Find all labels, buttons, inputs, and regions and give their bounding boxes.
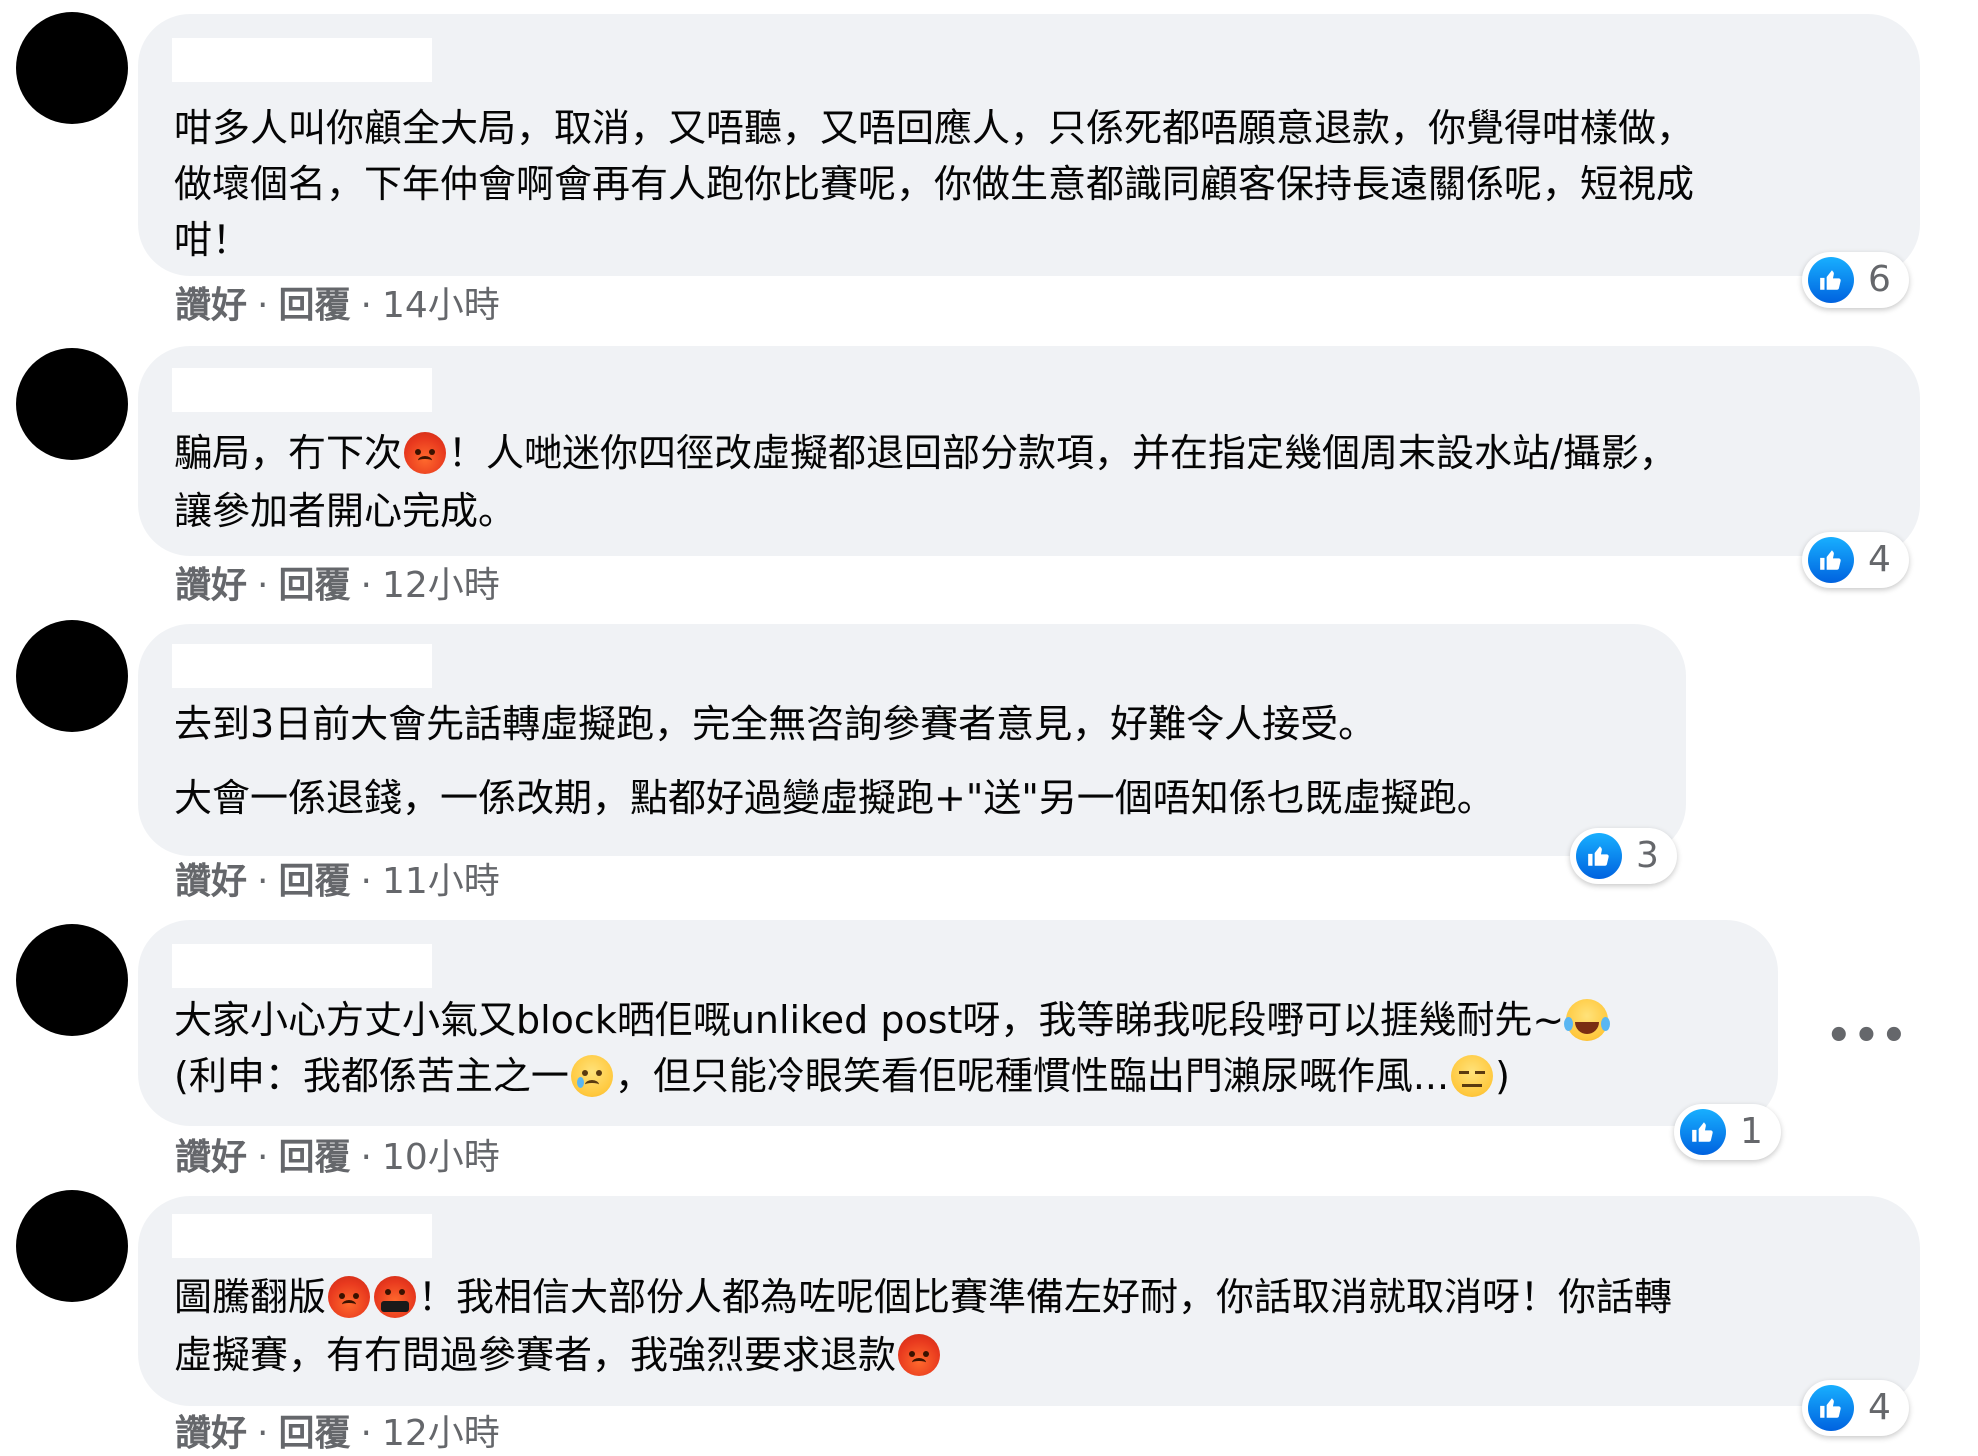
separator-dot: · (257, 1413, 269, 1454)
separator-dot: · (360, 565, 372, 606)
avatar[interactable] (16, 348, 128, 460)
comment-text-segment: 咁！ (174, 218, 251, 262)
comment-line: 做壞個名，下年仲會啊會再有人跑你比賽呢，你做生意都識同顧客保持長遠關係呢，短視成 (174, 156, 1880, 212)
author-name-redacted[interactable] (172, 368, 432, 412)
reaction-count: 6 (1868, 259, 1891, 300)
thumbs-up-icon (1680, 1109, 1726, 1155)
comment-text-segment: (利申：我都係苦主之一 (174, 1054, 569, 1098)
timestamp[interactable]: 10小時 (382, 1137, 500, 1178)
separator-dot: · (360, 861, 372, 902)
avatar[interactable] (16, 924, 128, 1036)
reply-link[interactable]: 回覆 (278, 861, 350, 902)
comment-text: 騙局，冇下次 ！人哋迷你四徑改虛擬都退回部分款項，并在指定幾個周末設水站/攝影， 讓… (174, 424, 1880, 540)
comment-text-segment: ，但只能冷眼笑看佢呢種慣性臨出門瀨尿嘅作風... (614, 1054, 1450, 1098)
angry-face-emoji-icon (898, 1334, 941, 1376)
reaction-count: 3 (1636, 835, 1659, 876)
timestamp[interactable]: 14小時 (382, 285, 500, 326)
reply-link[interactable]: 回覆 (278, 1413, 350, 1454)
reaction-summary[interactable]: 1 (1674, 1104, 1781, 1160)
thumbs-up-icon (1808, 1385, 1854, 1431)
comment-text-segment: ！人哋迷你四徑改虛擬都退回部分款項，并在指定幾個周末設水站/攝影， (448, 431, 1677, 475)
timestamp[interactable]: 12小時 (382, 1413, 500, 1454)
comment-text-segment: 做壞個名，下年仲會啊會再有人跑你比賽呢，你做生意都識同顧客保持長遠關係呢，短視成 (174, 162, 1695, 206)
reaction-summary[interactable]: 4 (1802, 532, 1909, 588)
reaction-count: 1 (1740, 1111, 1763, 1152)
like-link[interactable]: 讚好 (175, 285, 247, 326)
comment-line: 咁！ (174, 212, 1880, 268)
comment-line: 大家小心方丈小氣又block晒佢嘅unliked post呀，我等睇我呢段嘢可以… (174, 992, 1738, 1048)
comment-text-segment: 讓參加者開心完成。 (174, 489, 517, 533)
avatar[interactable] (16, 620, 128, 732)
author-name-redacted[interactable] (172, 1214, 432, 1258)
author-name-redacted[interactable] (172, 644, 432, 688)
reply-link[interactable]: 回覆 (278, 565, 350, 606)
comment-paragraph: 去到3日前大會先話轉虛擬跑，完全無咨詢參賽者意見，好難令人接受。 (174, 702, 1377, 746)
timestamp[interactable]: 12小時 (382, 565, 500, 606)
comment-line: 圖騰翻版 ！我相信大部份人都為咗呢個比賽準備左好耐，你話取消就取消呀！你話轉 (174, 1268, 1880, 1326)
like-link[interactable]: 讚好 (175, 1137, 247, 1178)
comment-line: 咁多人叫你顧全大局，取消，又唔聽，又唔回應人，只係死都唔願意退款，你覺得咁樣做， (174, 100, 1880, 156)
comment-text-segment: 騙局，冇下次 (174, 431, 403, 475)
reaction-count: 4 (1868, 539, 1891, 580)
comment-bubble: 騙局，冇下次 ！人哋迷你四徑改虛擬都退回部分款項，并在指定幾個周末設水站/攝影， 讓… (138, 346, 1920, 556)
thumbs-up-icon (1576, 833, 1622, 879)
timestamp[interactable]: 11小時 (382, 861, 500, 902)
comment-text-segment: ) (1495, 1054, 1510, 1098)
avatar[interactable] (16, 12, 128, 124)
comment-text: 去到3日前大會先話轉虛擬跑，完全無咨詢參賽者意見，好難令人接受。 大會一係退錢，… (174, 696, 1646, 826)
author-name-redacted[interactable] (172, 944, 432, 988)
reaction-count: 4 (1868, 1387, 1891, 1428)
comment-bubble: 圖騰翻版 ！我相信大部份人都為咗呢個比賽準備左好耐，你話取消就取消呀！你話轉虛擬賽… (138, 1196, 1920, 1406)
expressionless-face-emoji-icon (1451, 1055, 1494, 1097)
reaction-summary[interactable]: 3 (1570, 828, 1677, 884)
thumbs-up-icon (1808, 537, 1854, 583)
comment-line: 虛擬賽，有冇問過參賽者，我強烈要求退款 (174, 1326, 1880, 1384)
comment-bubble: 咁多人叫你顧全大局，取消，又唔聽，又唔回應人，只係死都唔願意退款，你覺得咁樣做，… (138, 14, 1920, 276)
avatar[interactable] (16, 1190, 128, 1302)
reaction-summary[interactable]: 6 (1802, 252, 1909, 308)
comment-text-segment: 大家小心方丈小氣又block晒佢嘅unliked post呀，我等睇我呢段嘢可以… (174, 998, 1565, 1042)
comment-text: 咁多人叫你顧全大局，取消，又唔聽，又唔回應人，只係死都唔願意退款，你覺得咁樣做，… (174, 100, 1880, 268)
more-options-icon[interactable]: ••• (1826, 1016, 1909, 1056)
angry-face-emoji-icon (404, 432, 447, 474)
comment-text: 大家小心方丈小氣又block晒佢嘅unliked post呀，我等睇我呢段嘢可以… (174, 992, 1738, 1104)
like-link[interactable]: 讚好 (175, 565, 247, 606)
comment-actions: 讚好 · 回覆 · 14小時 (175, 284, 500, 328)
comment-text-segment: 咁多人叫你顧全大局，取消，又唔聽，又唔回應人，只係死都唔願意退款，你覺得咁樣做， (174, 106, 1695, 150)
thumbs-up-icon (1808, 257, 1854, 303)
reply-link[interactable]: 回覆 (278, 285, 350, 326)
comment-line: 讓參加者開心完成。 (174, 482, 1880, 540)
reply-link[interactable]: 回覆 (278, 1137, 350, 1178)
separator-dot: · (360, 1413, 372, 1454)
comment-actions: 讚好 · 回覆 · 12小時 (175, 1412, 500, 1456)
comment-text: 圖騰翻版 ！我相信大部份人都為咗呢個比賽準備左好耐，你話取消就取消呀！你話轉虛擬賽… (174, 1268, 1880, 1384)
comment-line: (利申：我都係苦主之一 ，但只能冷眼笑看佢呢種慣性臨出門瀨尿嘅作風...) (174, 1048, 1738, 1104)
separator-dot: · (257, 285, 269, 326)
comment-actions: 讚好 · 回覆 · 10小時 (175, 1136, 500, 1180)
comment-line: 騙局，冇下次 ！人哋迷你四徑改虛擬都退回部分款項，并在指定幾個周末設水站/攝影， (174, 424, 1880, 482)
comment-text-segment: 圖騰翻版 (174, 1275, 327, 1319)
angry-face-emoji-icon (328, 1276, 371, 1318)
separator-dot: · (257, 565, 269, 606)
cursing-face-emoji-icon (374, 1276, 417, 1318)
separator-dot: · (257, 1137, 269, 1178)
separator-dot: · (360, 285, 372, 326)
reaction-summary[interactable]: 4 (1802, 1380, 1909, 1436)
like-link[interactable]: 讚好 (175, 861, 247, 902)
laughing-face-emoji-icon (1564, 999, 1611, 1041)
comment-bubble: 大家小心方丈小氣又block晒佢嘅unliked post呀，我等睇我呢段嘢可以… (138, 920, 1778, 1126)
sad-tear-face-emoji-icon (570, 1055, 613, 1097)
comment-paragraph: 大會一係退錢，一係改期，點都好過變虛擬跑+"送"另一個唔知係乜既虛擬跑。 (174, 776, 1495, 820)
comment-text-segment: 虛擬賽，有冇問過參賽者，我強烈要求退款 (174, 1333, 897, 1377)
separator-dot: · (257, 861, 269, 902)
like-link[interactable]: 讚好 (175, 1413, 247, 1454)
comment-bubble: 去到3日前大會先話轉虛擬跑，完全無咨詢參賽者意見，好難令人接受。 大會一係退錢，… (138, 624, 1686, 856)
separator-dot: · (360, 1137, 372, 1178)
comment-actions: 讚好 · 回覆 · 12小時 (175, 564, 500, 608)
comment-text-segment: ！我相信大部份人都為咗呢個比賽準備左好耐，你話取消就取消呀！你話轉 (418, 1275, 1673, 1319)
author-name-redacted[interactable] (172, 38, 432, 82)
comment-actions: 讚好 · 回覆 · 11小時 (175, 860, 500, 904)
